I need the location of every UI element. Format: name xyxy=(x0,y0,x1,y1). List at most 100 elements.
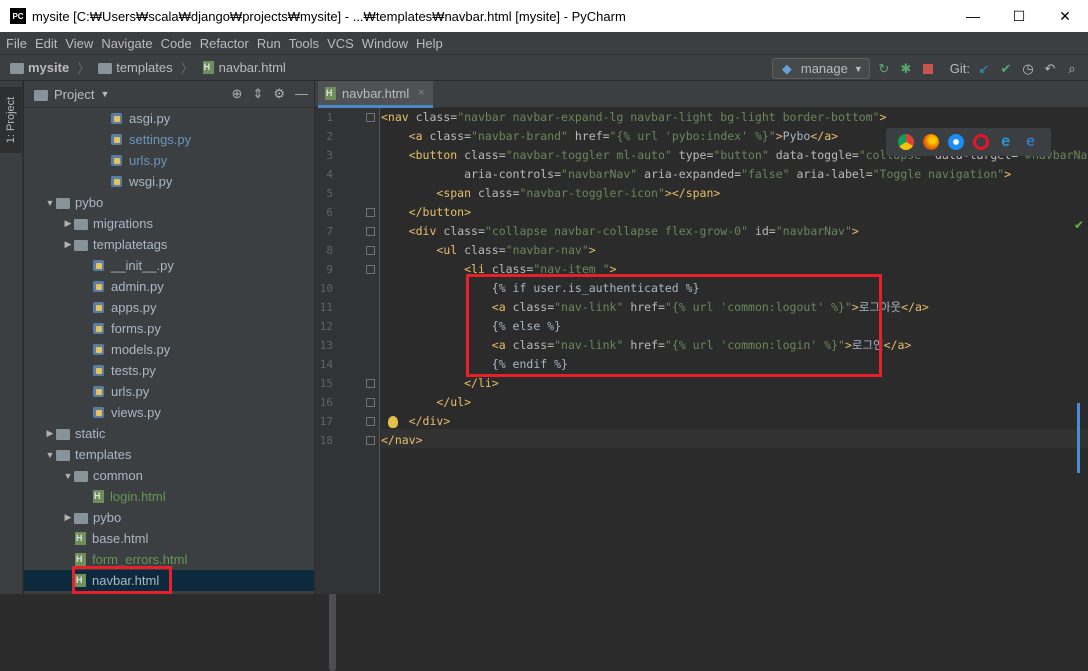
html-file-icon xyxy=(74,532,87,545)
tree-item-label: login.html xyxy=(110,489,166,504)
menu-edit[interactable]: Edit xyxy=(31,36,61,51)
chevron-down-icon[interactable]: ▼ xyxy=(62,471,74,481)
maximize-button[interactable]: ☐ xyxy=(996,0,1042,32)
menu-vcs[interactable]: VCS xyxy=(323,36,358,51)
safari-icon[interactable] xyxy=(948,134,965,150)
opera-icon[interactable] xyxy=(972,134,989,150)
menu-view[interactable]: View xyxy=(61,36,97,51)
editor-scrollbar[interactable] xyxy=(1077,403,1080,473)
project-panel-header: Project ▼ ⊕ ⇕ ⚙ — xyxy=(24,81,314,108)
git-rollback-icon[interactable]: ↶ xyxy=(1042,61,1058,77)
menu-window[interactable]: Window xyxy=(358,36,412,51)
debug-icon[interactable]: ✱ xyxy=(898,61,914,77)
project-panel-title[interactable]: Project xyxy=(54,87,94,102)
python-file-icon xyxy=(92,364,106,377)
folder-icon xyxy=(74,471,88,482)
tree-item[interactable]: __init__.py xyxy=(24,255,314,276)
tree-item[interactable]: forms.py xyxy=(24,318,314,339)
menu-tools[interactable]: Tools xyxy=(285,36,323,51)
collapse-all-icon[interactable]: ⇕ xyxy=(252,86,263,102)
menu-run[interactable]: Run xyxy=(253,36,285,51)
git-commit-icon[interactable]: ✔ xyxy=(998,61,1014,77)
code-line: <nav class="navbar navbar-expand-lg navb… xyxy=(381,110,887,124)
menu-file[interactable]: File xyxy=(2,36,31,51)
tree-item[interactable]: settings.py xyxy=(24,129,314,150)
fold-marker-icon[interactable] xyxy=(366,227,375,236)
tree-item[interactable]: ▶ pybo xyxy=(24,507,314,528)
tree-item[interactable]: tests.py xyxy=(24,360,314,381)
chevron-right-icon[interactable]: ▶ xyxy=(62,512,74,523)
ie-icon[interactable]: e xyxy=(998,134,1014,150)
project-tool-tab[interactable]: 1: Project xyxy=(0,87,22,153)
tree-item[interactable]: wsgi.py xyxy=(24,171,314,192)
chrome-icon[interactable] xyxy=(898,134,915,150)
tree-item-label: models.py xyxy=(111,342,171,357)
fold-marker-icon[interactable] xyxy=(366,113,375,122)
code-line: <span class="navbar-toggler-icon"></span… xyxy=(436,186,721,200)
close-icon[interactable]: × xyxy=(418,87,424,99)
tree-item[interactable]: ▼ pybo xyxy=(24,192,314,213)
tree-item[interactable]: apps.py xyxy=(24,297,314,318)
chevron-down-icon[interactable]: ▼ xyxy=(44,450,56,460)
inspection-ok-icon[interactable]: ✔ xyxy=(1074,218,1084,232)
chevron-right-icon[interactable]: ▶ xyxy=(44,428,56,439)
left-tool-strip: 1: Project xyxy=(0,81,23,594)
tree-item-label: static xyxy=(75,426,106,441)
tree-item[interactable]: asgi.py xyxy=(24,108,314,129)
edge-icon[interactable]: e xyxy=(1023,134,1039,150)
menu-refactor[interactable]: Refactor xyxy=(196,36,253,51)
menu-code[interactable]: Code xyxy=(157,36,196,51)
tree-item[interactable]: admin.py xyxy=(24,276,314,297)
locate-icon[interactable]: ⊕ xyxy=(232,86,243,102)
chevron-right-icon[interactable]: ▶ xyxy=(62,239,74,250)
tree-item[interactable]: ▶ static xyxy=(24,423,314,444)
git-update-icon[interactable]: ↙ xyxy=(976,61,992,77)
hide-icon[interactable]: — xyxy=(295,86,308,102)
line-number: 17 xyxy=(319,415,333,428)
tree-item[interactable]: ▼ common xyxy=(24,465,314,486)
menu-navigate[interactable]: Navigate xyxy=(97,36,156,51)
firefox-icon[interactable] xyxy=(923,134,940,150)
fold-marker-icon[interactable] xyxy=(366,265,375,274)
close-button[interactable]: ✕ xyxy=(1042,0,1088,32)
tree-item[interactable]: login.html xyxy=(24,486,314,507)
search-icon[interactable]: ⌕ xyxy=(1064,61,1080,77)
tree-item[interactable]: urls.py xyxy=(24,150,314,171)
rerun-icon[interactable]: ↻ xyxy=(876,61,892,77)
fold-marker-icon[interactable] xyxy=(366,417,375,426)
breadcrumb-mysite[interactable]: mysite xyxy=(28,60,69,75)
fold-marker-icon[interactable] xyxy=(366,379,375,388)
menu-help[interactable]: Help xyxy=(412,36,447,51)
git-history-icon[interactable]: ◷ xyxy=(1020,61,1036,77)
folder-icon xyxy=(56,198,70,209)
tree-item[interactable]: ▶ migrations xyxy=(24,213,314,234)
tree-item-label: migrations xyxy=(93,216,153,231)
tree-item[interactable]: base.html xyxy=(24,528,314,549)
python-file-icon xyxy=(92,259,106,272)
chevron-right-icon: 〉 xyxy=(77,61,91,76)
gear-icon[interactable]: ⚙ xyxy=(273,86,285,102)
html-file-icon xyxy=(92,490,105,503)
fold-marker-icon[interactable] xyxy=(366,436,375,445)
run-config-select[interactable]: ◆ manage ▼ xyxy=(771,58,870,79)
tree-item[interactable]: urls.py xyxy=(24,381,314,402)
line-number: 12 xyxy=(319,320,333,333)
breadcrumb-templates[interactable]: templates xyxy=(116,60,172,75)
lightbulb-icon[interactable] xyxy=(388,416,398,428)
breadcrumb-navbar[interactable]: navbar.html xyxy=(219,60,286,75)
tree-item[interactable]: models.py xyxy=(24,339,314,360)
chevron-down-icon[interactable]: ▼ xyxy=(100,89,109,99)
fold-marker-icon[interactable] xyxy=(366,208,375,217)
tree-item[interactable]: views.py xyxy=(24,402,314,423)
minimize-button[interactable]: — xyxy=(950,0,996,32)
tree-item[interactable]: ▶ templatetags xyxy=(24,234,314,255)
tab-navbar-html[interactable]: navbar.html × xyxy=(318,81,433,108)
fold-marker-icon[interactable] xyxy=(366,246,375,255)
fold-marker-icon[interactable] xyxy=(366,398,375,407)
chevron-right-icon[interactable]: ▶ xyxy=(62,218,74,229)
chevron-down-icon[interactable]: ▼ xyxy=(44,198,56,208)
stop-icon[interactable] xyxy=(920,61,936,77)
code-highlight-box xyxy=(466,274,882,377)
folder-icon xyxy=(56,429,70,440)
tree-item[interactable]: ▼ templates xyxy=(24,444,314,465)
